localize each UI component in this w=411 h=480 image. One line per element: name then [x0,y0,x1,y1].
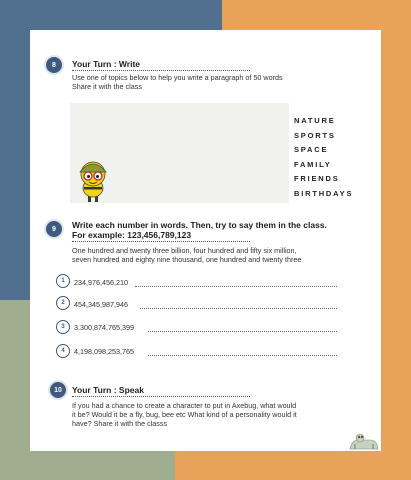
section-8-underline [72,70,250,71]
exercise-1-answer-line[interactable] [135,286,337,287]
section-8-badge: 8 [46,57,62,73]
section-9-badge: 9 [46,221,62,237]
topic-item: FAMILY [294,159,332,169]
section-10-text-1: If you had a chance to create a characte… [72,401,297,410]
section-9-number: 9 [52,225,56,233]
cartoon-bug-mascot-icon [79,161,107,202]
exercise-3-answer-line[interactable] [148,331,337,332]
exercise-4-number: 4 [56,344,70,358]
exercise-2-answer-line[interactable] [140,308,337,309]
section-9-underline [72,241,250,242]
topic-item: FRIENDS [294,174,340,183]
exercise-3-value: 3.300,874,765,399 [74,323,134,332]
exercise-3-number: 3 [56,320,70,334]
section-9-example-answer-2: seven hundred and eighty nine thousand, … [72,255,302,264]
exercise-2-number: 2 [56,296,70,310]
section-9-example-label: For example: 123,456,789,123 [72,230,192,240]
exercise-1-value: 234,976,456,210 [74,278,128,287]
section-8-instruction-1: Use one of topics below to help you writ… [72,73,283,82]
section-10-badge: 10 [50,382,66,398]
worksheet-page: 8 Your Turn : Write Use one of topics be… [30,30,381,451]
exercise-4-value: 4,198,098,253,765 [74,347,134,356]
section-8-title: Your Turn : Write [72,59,140,69]
section-9-title: Write each number in words. Then, try to… [72,220,327,230]
exercise-4-answer-line[interactable] [148,355,337,356]
topic-item: BIRTHDAYS [294,188,354,198]
bug-creature-icon [349,433,379,450]
section-8-number: 8 [52,61,56,69]
topic-list: NATURE SPORTS SPACE FAMILY FRIENDS BIRTH… [294,114,353,201]
section-10-underline [72,396,250,397]
topic-item: SPORTS [294,130,336,140]
topic-item: SPACE [294,145,329,154]
exercise-1-number: 1 [56,274,70,288]
topic-item: NATURE [294,116,336,125]
section-8-instruction-2: Share it with the class [72,82,142,91]
exercise-2-value: 454,345,987,946 [74,300,128,309]
section-10-number: 10 [54,386,62,394]
section-10-text-3: have? Share it with the classs [72,419,168,428]
section-9-example-answer-1: One hundred and twenty three billion, fo… [72,246,297,255]
section-10-title: Your Turn : Speak [72,385,144,395]
section-10-text-2: it be? Would it be a fly, bug, bee etc W… [72,410,297,419]
